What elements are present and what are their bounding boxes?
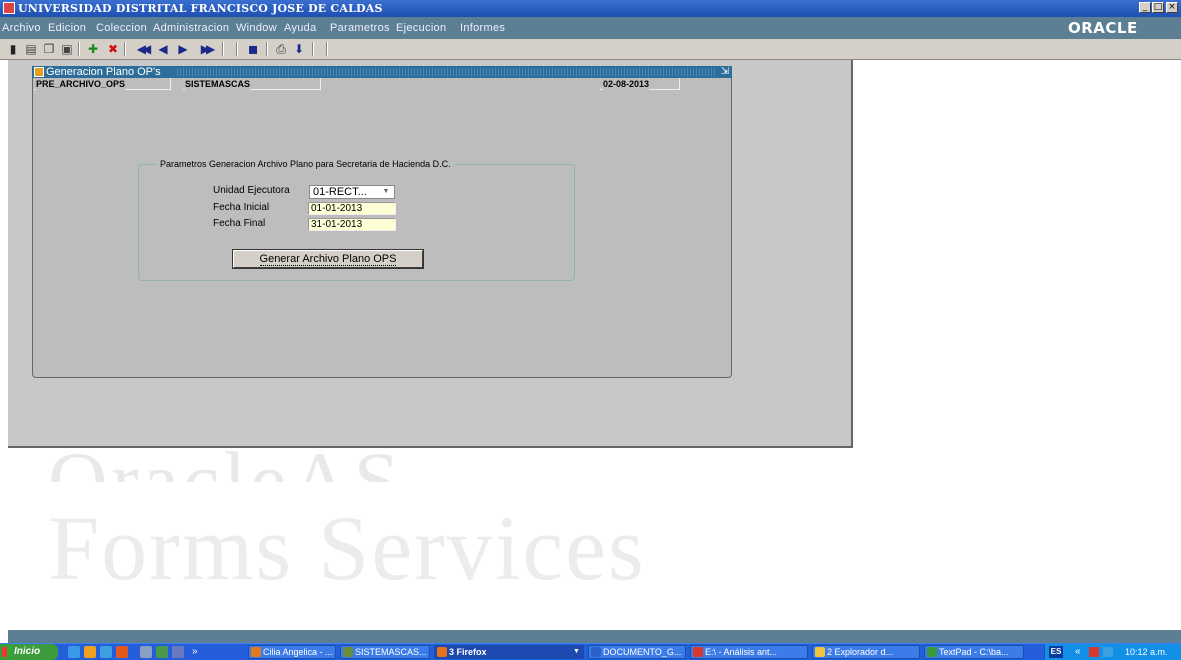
oracle-logo: ORACLE xyxy=(1068,19,1138,37)
task-button[interactable]: Cilia Angelica - ... xyxy=(248,645,336,659)
toolbar: ▮ ▤ ❐ ▣ ✚ ✖ ◀◀ ◀ ▶ ▶▶ ▪ ⎙ ⬇ xyxy=(0,39,1181,60)
quicklaunch-icon[interactable] xyxy=(140,646,152,658)
task-icon xyxy=(343,647,353,657)
print-preview-icon[interactable]: ⎙ xyxy=(274,42,288,56)
module-name: PRE_ARCHIVO_OPS xyxy=(36,78,126,90)
form-window-title: Generacion Plano OP's xyxy=(46,66,161,78)
user-name: SISTEMASCAS xyxy=(185,78,251,90)
app-icon xyxy=(3,2,15,14)
previous-record-icon[interactable]: ◀ xyxy=(156,42,170,56)
save-icon[interactable]: ▪ xyxy=(246,41,260,57)
tray-expand-icon[interactable]: « xyxy=(1075,645,1081,659)
title-bar: UNIVERSIDAD DISTRITAL FRANCISCO JOSE DE … xyxy=(0,0,1181,17)
paste-icon[interactable]: ▣ xyxy=(60,42,74,56)
restore-icon[interactable]: ⇲ xyxy=(719,66,731,78)
toolbar-separator xyxy=(222,42,224,56)
menu-edicion[interactable]: Edicion xyxy=(48,17,86,39)
current-date: 02-08-2013 xyxy=(603,78,650,90)
form-window-titlebar[interactable]: Generacion Plano OP's ⇲ xyxy=(32,66,732,78)
menu-coleccion[interactable]: Coleccion xyxy=(96,17,147,39)
close-button[interactable]: × xyxy=(1166,2,1178,13)
maximize-button[interactable]: □ xyxy=(1152,2,1164,13)
task-icon xyxy=(437,647,447,657)
fecha-inicial-label: Fecha Inicial xyxy=(213,202,270,213)
task-icon xyxy=(927,647,937,657)
toolbar-separator xyxy=(78,42,80,56)
horizontal-scrollbar[interactable] xyxy=(8,630,1181,643)
menu-ayuda[interactable]: Ayuda xyxy=(284,17,317,39)
minimize-button[interactable]: _ xyxy=(1139,2,1151,13)
copy-icon[interactable]: ❐ xyxy=(42,42,56,56)
task-label: 3 Firefox xyxy=(449,647,487,657)
window-title: UNIVERSIDAD DISTRITAL FRANCISCO JOSE DE … xyxy=(18,2,383,15)
task-label: SISTEMASCAS... xyxy=(355,647,427,657)
menu-informes[interactable]: Informes xyxy=(460,17,505,39)
toolbar-separator xyxy=(124,42,126,56)
windows-logo-icon xyxy=(2,647,12,657)
quicklaunch-overflow-icon[interactable]: » xyxy=(192,645,198,659)
quicklaunch-icon[interactable] xyxy=(100,646,112,658)
unidad-ejecutora-label: Unidad Ejecutora xyxy=(213,185,290,196)
download-icon[interactable]: ⬇ xyxy=(292,42,306,56)
print-icon[interactable]: ▤ xyxy=(24,42,38,56)
quicklaunch-icon[interactable] xyxy=(156,646,168,658)
parameters-frame-title: Parametros Generacion Archivo Plano para… xyxy=(156,158,455,170)
system-tray: ES « 10:12 a.m. xyxy=(1044,644,1181,660)
tray-icon[interactable] xyxy=(1089,647,1099,657)
next-record-icon[interactable]: ▶ xyxy=(176,42,190,56)
generar-archivo-button-label: Generar Archivo Plano OPS xyxy=(259,253,397,266)
toolbar-separator xyxy=(312,42,314,56)
form-icon xyxy=(34,67,44,77)
start-label: Inicio xyxy=(14,646,41,657)
clock: 10:12 a.m. xyxy=(1125,647,1168,657)
start-button[interactable]: Inicio xyxy=(0,644,58,660)
task-label: TextPad - C:\ba... xyxy=(939,647,1009,657)
fecha-final-field[interactable]: 31-01-2013 xyxy=(308,218,396,231)
toolbar-separator xyxy=(236,42,238,56)
quicklaunch-icon[interactable] xyxy=(84,646,96,658)
titlebar-pattern xyxy=(177,68,717,76)
watermark-forms-services: Forms Services xyxy=(48,497,646,599)
exit-icon[interactable]: ▮ xyxy=(6,42,20,56)
firefox-icon[interactable] xyxy=(116,646,128,658)
menu-administracion[interactable]: Administracion xyxy=(153,17,229,39)
insert-record-icon[interactable]: ✚ xyxy=(86,42,100,56)
menu-archivo[interactable]: Archivo xyxy=(2,17,41,39)
task-button[interactable]: 2 Explorador d... xyxy=(812,645,920,659)
task-label: E:\ - Análisis ant... xyxy=(705,647,778,657)
task-button[interactable]: TextPad - C:\ba... xyxy=(924,645,1024,659)
network-icon[interactable] xyxy=(1103,647,1113,657)
taskbar: Inicio » Cilia Angelica - ... SISTEMASCA… xyxy=(0,643,1181,660)
task-label: DOCUMENTO_G... xyxy=(603,647,682,657)
task-button[interactable]: E:\ - Análisis ant... xyxy=(690,645,808,659)
task-icon xyxy=(591,647,601,657)
menu-bar: Archivo Edicion Coleccion Administracion… xyxy=(0,17,1181,39)
task-label: Cilia Angelica - ... xyxy=(263,647,333,657)
toolbar-separator xyxy=(326,42,328,56)
menu-parametros[interactable]: Parametros xyxy=(330,17,390,39)
task-label: 2 Explorador d... xyxy=(827,647,894,657)
language-indicator[interactable]: ES xyxy=(1049,646,1063,658)
generar-archivo-button[interactable]: Generar Archivo Plano OPS xyxy=(232,249,424,269)
task-icon xyxy=(251,647,261,657)
show-desktop-icon[interactable] xyxy=(172,646,184,658)
task-button-active[interactable]: 3 Firefox ▼ xyxy=(434,645,584,659)
chevron-down-icon: ▼ xyxy=(573,648,580,655)
task-icon xyxy=(815,647,825,657)
last-record-icon[interactable]: ▶▶ xyxy=(196,42,216,56)
task-button[interactable]: SISTEMASCAS... xyxy=(340,645,430,659)
menu-ejecucion[interactable]: Ejecucion xyxy=(396,17,446,39)
fecha-inicial-field[interactable]: 01-01-2013 xyxy=(308,202,396,215)
menu-window[interactable]: Window xyxy=(236,17,277,39)
first-record-icon[interactable]: ◀◀ xyxy=(132,42,152,56)
task-icon xyxy=(693,647,703,657)
chevron-down-icon[interactable]: ▼ xyxy=(380,187,392,197)
task-button[interactable]: DOCUMENTO_G... xyxy=(588,645,686,659)
ie-icon[interactable] xyxy=(68,646,80,658)
delete-record-icon[interactable]: ✖ xyxy=(106,42,120,56)
toolbar-separator xyxy=(266,42,268,56)
fecha-final-label: Fecha Final xyxy=(213,218,266,229)
